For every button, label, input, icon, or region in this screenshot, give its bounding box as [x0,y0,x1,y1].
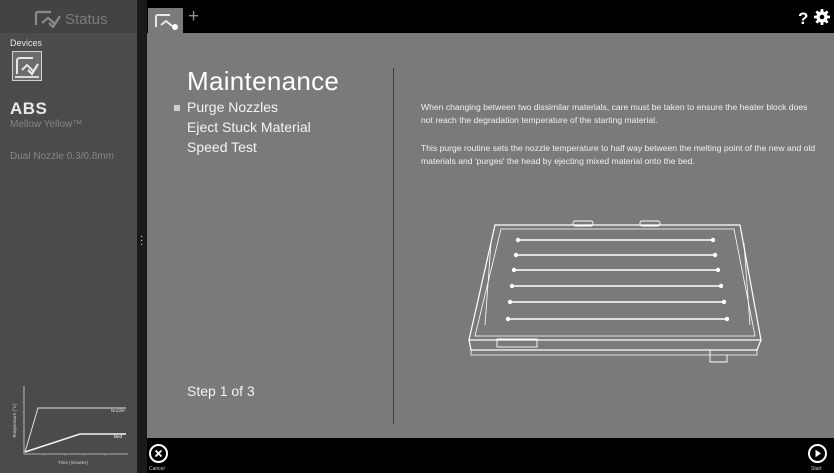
nozzle-info: Dual Nozzle 0.3/0.8mm [10,151,114,162]
selected-indicator [174,105,180,111]
description-paragraph-1: When changing between two dissimilar mat… [421,102,808,125]
cancel-label: Cancel [149,466,165,472]
menu-item-eject-stuck-material[interactable]: Eject Stuck Material [187,119,311,135]
sidebar-title: Status [65,11,108,28]
play-circle-icon [815,449,821,458]
chart-series-nozzle: Nozzle [111,408,125,413]
close-circle-icon [154,449,163,458]
chart-xlabel: Time (minutes) [58,460,88,465]
devices-label: Devices [10,38,43,48]
chart-series-bed: Bed [114,434,123,439]
menu-item-purge-nozzles[interactable]: Purge Nozzles [187,99,278,115]
start-label: Start [811,466,822,472]
printer-device-icon [15,57,39,78]
material-name: ABS [10,99,48,118]
page-title: Maintenance [187,66,340,96]
add-tab-button[interactable]: + [188,6,199,28]
chart-ylabel: Temperature (°C) [12,403,17,438]
printer-tab-icon [155,14,178,30]
bottom-bar [147,438,834,473]
step-indicator: Step 1 of 3 [187,383,255,399]
tab-printer[interactable] [148,8,183,33]
print-bed-illustration [468,220,762,363]
material-color: Mellow Yellow™ [10,119,83,130]
description-paragraph-2: This purge routine sets the nozzle tempe… [421,143,816,166]
temperature-chart: Nozzle Bed Time (minutes) Temperature (°… [10,382,132,468]
printer-logo-icon [34,10,61,28]
purge-lines [508,239,727,320]
divider [393,68,394,424]
splitter-handle-icon[interactable]: · · · [140,232,143,250]
cancel-button[interactable] [149,444,168,463]
menu-item-speed-test[interactable]: Speed Test [187,139,257,155]
device-tile[interactable] [12,51,42,81]
top-bar [147,0,834,33]
help-button[interactable]: ? [798,9,808,29]
start-button[interactable] [808,444,827,463]
gear-icon[interactable] [814,9,830,25]
